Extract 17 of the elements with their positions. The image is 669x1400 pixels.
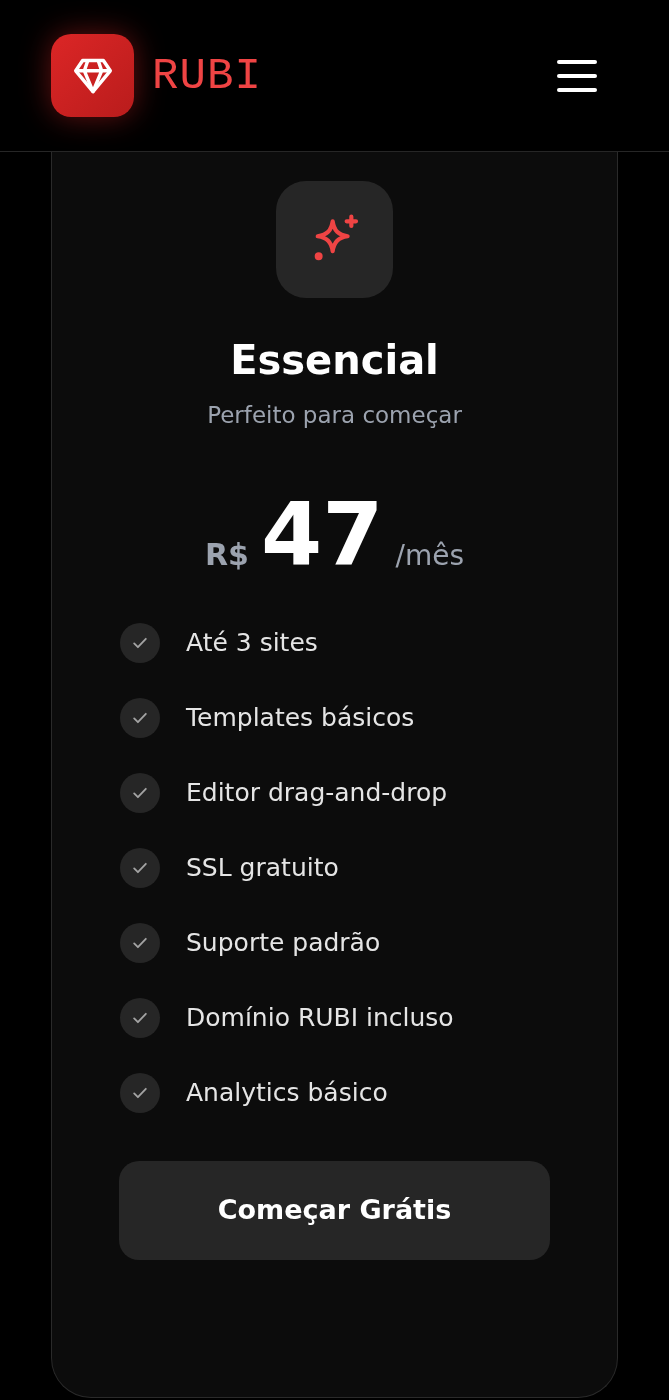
logo-icon <box>51 34 134 117</box>
feature-text: SSL gratuito <box>186 851 339 884</box>
currency: R$ <box>205 535 249 574</box>
menu-icon[interactable] <box>557 59 597 92</box>
feature-text: Templates básicos <box>186 701 415 734</box>
feature-text: Até 3 sites <box>186 626 318 659</box>
feature-text: Editor drag-and-drop <box>186 776 448 809</box>
start-button[interactable]: Começar Grátis <box>119 1160 550 1260</box>
plan-tagline: Perfeito para começar <box>207 401 462 430</box>
brand-name: RUBI <box>152 49 263 103</box>
plan-title: Essencial <box>230 336 439 384</box>
price: 47 <box>261 484 384 585</box>
feature-text: Suporte padrão <box>186 926 381 959</box>
price-period: /mês <box>395 537 464 574</box>
feature-text: Domínio RUBI incluso <box>186 1001 454 1034</box>
sparkle-icon <box>276 181 393 298</box>
feature-text: Analytics básico <box>186 1076 388 1109</box>
